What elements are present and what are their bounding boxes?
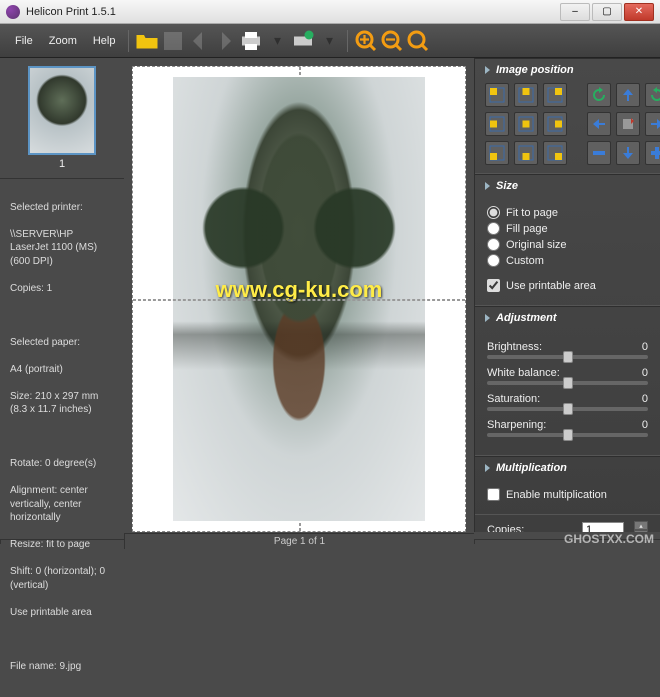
info-align: Alignment: center vertically, center hor… — [10, 484, 114, 525]
section-header-adjust[interactable]: Adjustment — [475, 307, 660, 329]
minimize-button[interactable]: – — [560, 3, 590, 21]
info-copies: Copies: 1 — [10, 282, 114, 296]
print-page[interactable]: www.cg-ku.com — [132, 66, 466, 532]
copies-input[interactable] — [582, 522, 624, 532]
align-grid — [485, 83, 567, 165]
radio-custom[interactable]: Custom — [487, 254, 648, 267]
info-printable: Use printable area — [10, 606, 114, 620]
chevron-down-icon — [485, 314, 490, 322]
left-panel: 1 Selected printer: \\SERVER\HP LaserJet… — [0, 58, 124, 532]
print-drop-icon[interactable]: ▾ — [265, 29, 289, 53]
print-icon[interactable] — [239, 29, 263, 53]
prev-icon[interactable] — [187, 29, 211, 53]
nudge-grid — [587, 83, 660, 165]
info-paper-hdr: Selected paper: — [10, 336, 114, 350]
rotate-cw-icon[interactable] — [645, 83, 660, 107]
chevron-down-icon — [485, 464, 490, 472]
info-printer-hdr: Selected printer: — [10, 201, 114, 215]
align-bl[interactable] — [485, 141, 509, 165]
radio-fill[interactable]: Fill page — [487, 222, 648, 235]
slider-brightness[interactable]: Brightness:0 — [487, 341, 648, 359]
align-bc[interactable] — [514, 141, 538, 165]
menu-help[interactable]: Help — [86, 33, 123, 49]
watermark2-text: GHOSTXX.COM — [564, 532, 654, 546]
reset-icon[interactable] — [616, 112, 640, 136]
zoom-fit-icon[interactable] — [406, 29, 430, 53]
rotate-ccw-icon[interactable] — [587, 83, 611, 107]
info-rotate: Rotate: 0 degree(s) — [10, 457, 114, 471]
arrow-left-icon[interactable] — [587, 112, 611, 136]
align-br[interactable] — [543, 141, 567, 165]
spin-up[interactable]: ▴ — [634, 521, 648, 530]
slider-sat[interactable]: Saturation:0 — [487, 393, 648, 411]
window-title: Helicon Print 1.5.1 — [26, 6, 560, 18]
print-setup-drop-icon[interactable]: ▾ — [317, 29, 341, 53]
align-tc[interactable] — [514, 83, 538, 107]
canvas-area: www.cg-ku.com GHOSTXX.COM — [124, 58, 474, 532]
app-icon — [6, 5, 20, 19]
thumbnail-label: 1 — [59, 158, 65, 170]
next-icon[interactable] — [213, 29, 237, 53]
info-paper: A4 (portrait) — [10, 363, 114, 377]
copies-row: Copies: ▴▾ — [475, 515, 660, 532]
arrow-down-icon[interactable] — [616, 141, 640, 165]
save-icon[interactable] — [161, 29, 185, 53]
radio-orig[interactable]: Original size — [487, 238, 648, 251]
window-titlebar: Helicon Print 1.5.1 – ▢ ✕ — [0, 0, 660, 24]
menu-file[interactable]: File — [8, 33, 40, 49]
info-file: File name: 9.jpg — [10, 660, 114, 674]
section-header-mult[interactable]: Multiplication — [475, 457, 660, 479]
maximize-button[interactable]: ▢ — [592, 3, 622, 21]
align-mr[interactable] — [543, 112, 567, 136]
section-header-position[interactable]: Image position — [475, 59, 660, 81]
check-mult[interactable]: Enable multiplication — [487, 488, 648, 501]
chevron-down-icon — [485, 66, 490, 74]
section-header-size[interactable]: Size — [475, 175, 660, 197]
align-ml[interactable] — [485, 112, 509, 136]
info-printer: \\SERVER\HP LaserJet 1100 (MS) (600 DPI) — [10, 228, 114, 269]
align-mc[interactable] — [514, 112, 538, 136]
thumbnail[interactable] — [28, 66, 96, 155]
info-panel: Selected printer: \\SERVER\HP LaserJet 1… — [0, 178, 124, 697]
slider-sharp[interactable]: Sharpening:0 — [487, 419, 648, 437]
right-panel: Image position — [474, 58, 660, 532]
arrow-right-icon[interactable] — [645, 112, 660, 136]
open-folder-icon[interactable] — [135, 29, 159, 53]
zoom-out-icon[interactable] — [380, 29, 404, 53]
status-page: Page 1 of 1 — [124, 533, 474, 549]
copies-label: Copies: — [487, 524, 524, 532]
check-printable[interactable]: Use printable area — [487, 279, 648, 292]
arrow-up-icon[interactable] — [616, 83, 640, 107]
align-tr[interactable] — [543, 83, 567, 107]
chevron-down-icon — [485, 182, 490, 190]
print-setup-icon[interactable] — [291, 29, 315, 53]
radio-fit[interactable]: Fit to page — [487, 206, 648, 219]
slider-wb[interactable]: White balance:0 — [487, 367, 648, 385]
align-tl[interactable] — [485, 83, 509, 107]
watermark-text: www.cg-ku.com — [216, 277, 383, 303]
info-paper-size: Size: 210 x 297 mm (8.3 x 11.7 inches) — [10, 390, 114, 417]
plus-icon[interactable] — [645, 141, 660, 165]
close-button[interactable]: ✕ — [624, 3, 654, 21]
menu-zoom[interactable]: Zoom — [42, 33, 84, 49]
zoom-in-icon[interactable] — [354, 29, 378, 53]
image-preview[interactable] — [173, 77, 425, 521]
menubar: File Zoom Help ▾ ▾ — [0, 24, 660, 58]
info-shift: Shift: 0 (horizontal); 0 (vertical) — [10, 565, 114, 592]
minus-icon[interactable] — [587, 141, 611, 165]
